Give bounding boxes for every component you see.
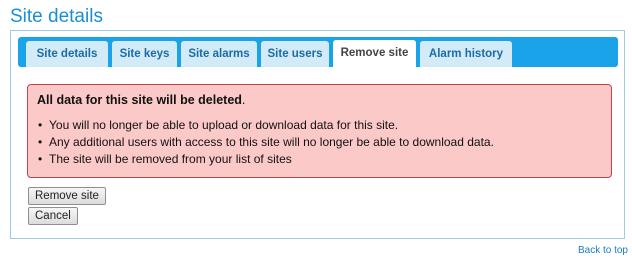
tab-remove-site[interactable]: Remove site bbox=[333, 40, 416, 67]
alert-list: You will no longer be able to upload or … bbox=[28, 117, 494, 168]
tab-site-keys[interactable]: Site keys bbox=[112, 41, 177, 67]
page-title: Site details bbox=[10, 6, 103, 27]
cancel-button[interactable]: Cancel bbox=[28, 207, 78, 225]
list-item: Any additional users with access to this… bbox=[28, 134, 494, 151]
delete-warning-alert: All data for this site will be deleted. … bbox=[27, 84, 612, 178]
back-to-top-link[interactable]: Back to top bbox=[578, 245, 628, 256]
alert-heading-suffix: . bbox=[241, 93, 246, 107]
remove-site-button[interactable]: Remove site bbox=[28, 187, 106, 205]
alert-heading-bold: All data for this site will be deleted bbox=[37, 93, 242, 107]
tab-bar: Site details Site keys Site alarms Site … bbox=[18, 37, 618, 67]
tab-alarm-history[interactable]: Alarm history bbox=[420, 41, 512, 67]
tab-site-alarms[interactable]: Site alarms bbox=[181, 41, 257, 67]
list-item: You will no longer be able to upload or … bbox=[28, 117, 494, 134]
tab-site-users[interactable]: Site users bbox=[261, 41, 329, 67]
tab-site-details[interactable]: Site details bbox=[26, 41, 108, 67]
site-details-panel: Site details Site keys Site alarms Site … bbox=[10, 30, 625, 239]
list-item: The site will be removed from your list … bbox=[28, 151, 494, 168]
alert-heading: All data for this site will be deleted. bbox=[37, 93, 245, 107]
